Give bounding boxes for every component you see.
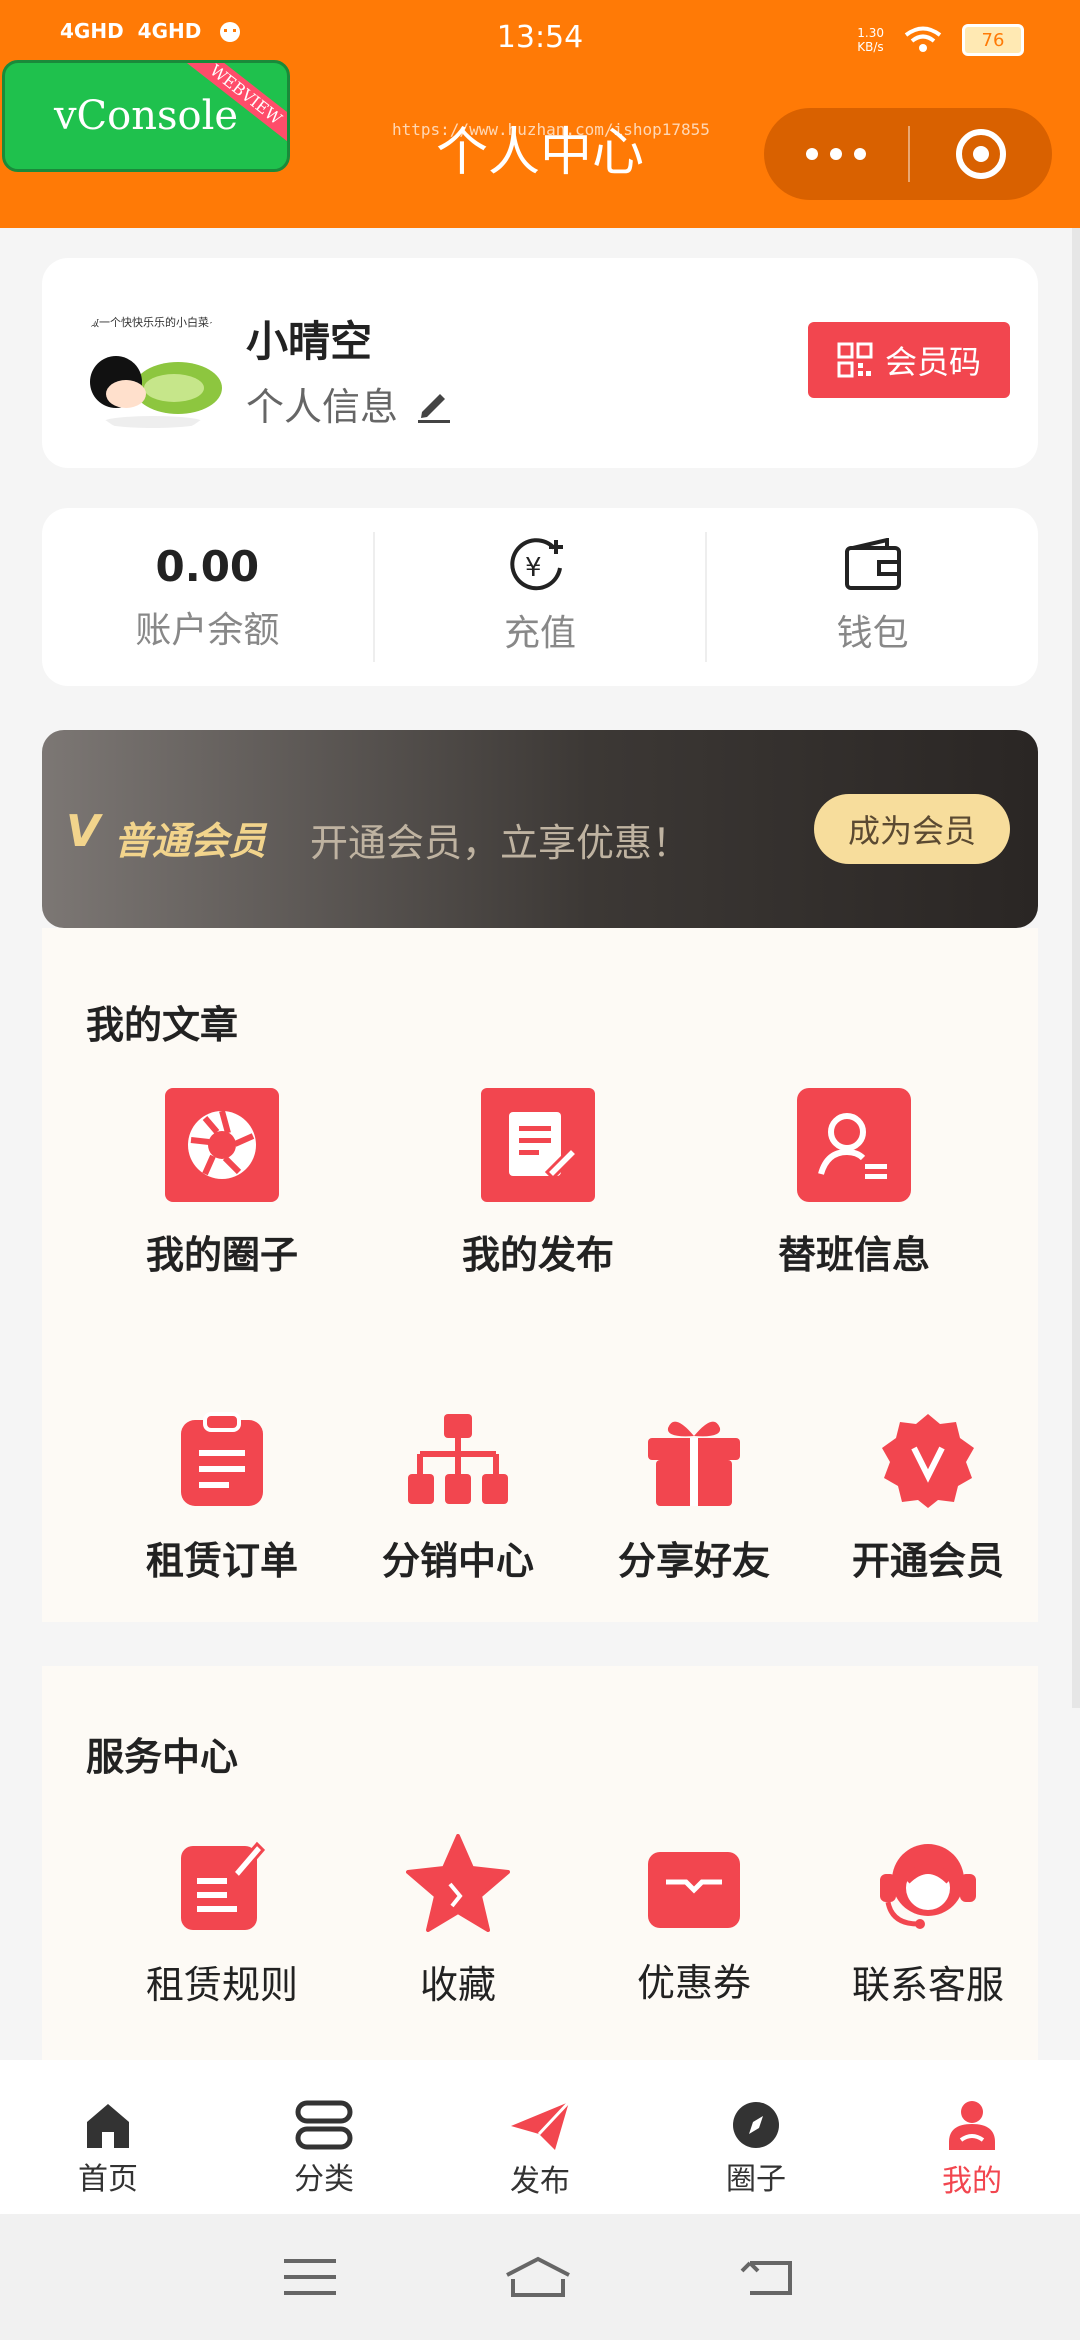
target-icon: [956, 129, 1006, 179]
status-right: 1.30 KB/s 76: [857, 24, 1024, 56]
vip-v-icon: V: [66, 806, 101, 857]
org-chart-icon: [408, 1414, 508, 1504]
articles-title: 我的文章: [86, 1003, 239, 1047]
tab-category[interactable]: 分类: [216, 2060, 432, 2214]
my-posts-item[interactable]: 我的发布: [418, 1088, 658, 1279]
tab-home-label: 首页: [78, 2162, 138, 2197]
balance-cell[interactable]: 0.00 账户余额: [42, 532, 373, 662]
my-posts-label: 我的发布: [461, 1233, 614, 1277]
aperture-icon: [165, 1088, 279, 1202]
tab-publish-label: 发布: [510, 2164, 570, 2199]
recharge-icon: ¥: [510, 538, 563, 591]
rental-rules-label: 租赁规则: [145, 1963, 298, 2007]
tab-circle[interactable]: 圈子: [648, 2060, 864, 2214]
wallet-icon: [844, 538, 901, 590]
more-button[interactable]: [764, 148, 908, 160]
substitute-info-label: 替班信息: [777, 1233, 930, 1277]
tab-category-label: 分类: [294, 2162, 354, 2197]
articles-panel: 我的文章 我的圈子 我的发布 替班信息 租赁订单 分销中心 分享好友 开通会员: [42, 928, 1038, 1622]
note-edit-icon: [181, 1841, 265, 1930]
gift-icon: [648, 1421, 740, 1506]
system-nav-bar: [0, 2214, 1080, 2340]
home-nav-icon[interactable]: [503, 2255, 573, 2299]
profile-card: 做一个快快乐乐的小白菜~ 小晴空 个人信息 会员码: [42, 258, 1038, 468]
avatar[interactable]: 做一个快快乐乐的小白菜~: [78, 296, 228, 436]
services-panel: 服务中心 租赁规则 收藏 优惠券 联系客服: [42, 1666, 1038, 2060]
scrollbar[interactable]: [1072, 228, 1080, 1708]
balance-value: 0.00: [155, 541, 260, 591]
profile-info-link[interactable]: 个人信息: [246, 376, 454, 431]
headset-agent-icon: [880, 1844, 976, 1929]
profile-info-label: 个人信息: [246, 385, 399, 429]
rental-orders-label: 租赁订单: [145, 1539, 298, 1583]
watermark: https://www.huzhan.com/ishop17855: [392, 120, 710, 139]
favorites-item[interactable]: 收藏: [338, 1834, 578, 2009]
miniprogram-capsule: [764, 108, 1052, 200]
coupons-label: 优惠券: [636, 1961, 751, 2005]
tab-mine-label: 我的: [942, 2164, 1002, 2199]
svg-text:¥: ¥: [525, 553, 542, 583]
dot-icon: [830, 148, 842, 160]
coupon-icon: [648, 1852, 740, 1928]
tab-mine[interactable]: 我的: [864, 2060, 1080, 2214]
distribution-center-item[interactable]: 分销中心: [338, 1412, 578, 1585]
tab-circle-label: 圈子: [726, 2162, 786, 2197]
vip-badge-icon: [882, 1414, 974, 1508]
rental-rules-item[interactable]: 租赁规则: [102, 1840, 342, 2009]
substitute-info-item[interactable]: 替班信息: [734, 1088, 974, 1279]
customer-service-label: 联系客服: [851, 1963, 1004, 2007]
open-membership-label: 开通会员: [851, 1539, 1004, 1583]
close-miniprogram-button[interactable]: [910, 129, 1052, 179]
document-edit-icon: [481, 1088, 595, 1202]
edit-icon: [418, 393, 451, 423]
username: 小晴空: [246, 317, 373, 366]
my-circle-label: 我的圈子: [145, 1233, 298, 1277]
back-icon[interactable]: [740, 2257, 796, 2297]
app-header: 4GHD 4GHD 13:54 1.30 KB/s 76 vConsole WE…: [0, 0, 1080, 228]
balance-label: 账户余额: [135, 609, 280, 651]
net-speed: 1.30 KB/s: [857, 26, 884, 54]
home-icon: [87, 2104, 129, 2148]
vip-level: 普通会员: [114, 819, 267, 863]
favorites-label: 收藏: [419, 1963, 496, 2007]
user-icon: [949, 2101, 995, 2150]
compass-icon: [733, 2102, 779, 2148]
wallet-label: 钱包: [836, 613, 909, 654]
member-code-label: 会员码: [884, 343, 981, 381]
wallet-cell[interactable]: 钱包: [705, 532, 1038, 662]
paper-plane-icon: [511, 2100, 571, 2150]
member-code-button[interactable]: 会员码: [808, 322, 1010, 398]
rental-orders-item[interactable]: 租赁订单: [102, 1412, 342, 1585]
recharge-cell[interactable]: ¥ 充值: [372, 532, 706, 662]
category-icon: [295, 2100, 353, 2150]
dot-icon: [806, 148, 818, 160]
qrcode-icon: [837, 342, 873, 378]
services-title: 服务中心: [86, 1735, 239, 1779]
share-friends-label: 分享好友: [617, 1539, 770, 1583]
star-icon: [406, 1834, 510, 1932]
my-circle-item[interactable]: 我的圈子: [102, 1088, 342, 1279]
distribution-center-label: 分销中心: [381, 1539, 534, 1583]
menu-icon[interactable]: [283, 2257, 336, 2297]
customer-service-item[interactable]: 联系客服: [808, 1834, 1048, 2009]
avatar-image: 做一个快快乐乐的小白菜~: [78, 296, 228, 436]
open-membership-item[interactable]: 开通会员: [808, 1412, 1048, 1585]
share-friends-item[interactable]: 分享好友: [574, 1412, 814, 1585]
dot-icon: [854, 148, 866, 160]
user-card-icon: [797, 1088, 911, 1202]
recharge-label: 充值: [504, 613, 577, 654]
wifi-icon: [904, 26, 942, 52]
coupons-item[interactable]: 优惠券: [574, 1850, 814, 2007]
tab-publish[interactable]: 发布: [432, 2060, 648, 2214]
vip-slogan: 开通会员，立享优惠！: [310, 821, 691, 865]
clipboard-icon: [181, 1412, 263, 1506]
wallet-card: 0.00 账户余额 ¥ 充值 钱包: [42, 508, 1038, 686]
vip-banner: V 普通会员 开通会员，立享优惠！ 成为会员: [42, 730, 1038, 928]
bottom-tab-bar: 首页 分类 发布 圈子 我的: [0, 2060, 1080, 2214]
avatar-caption: 做一个快快乐乐的小白菜~: [88, 315, 218, 329]
tab-home[interactable]: 首页: [0, 2060, 216, 2214]
become-member-button[interactable]: 成为会员: [814, 794, 1010, 864]
battery-indicator: 76: [962, 24, 1024, 56]
